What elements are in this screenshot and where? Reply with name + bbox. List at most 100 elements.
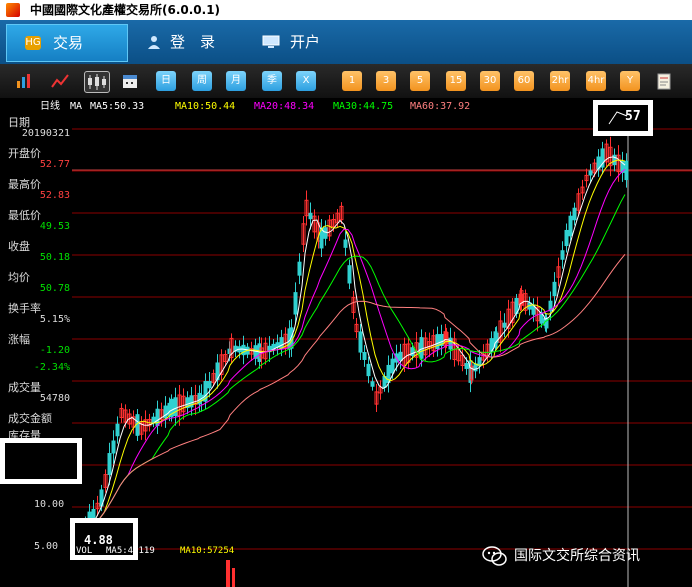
tab-trade-label: 交易 xyxy=(53,34,84,52)
candle-body-70 xyxy=(347,265,352,284)
candlestick-icon[interactable] xyxy=(84,71,110,93)
candle-body-135 xyxy=(588,170,593,176)
candle-body-60 xyxy=(308,212,313,220)
line-chart-icon[interactable] xyxy=(50,71,70,91)
candle-body-14 xyxy=(135,414,140,436)
bar-chart-icon[interactable] xyxy=(14,71,34,91)
ma20-line xyxy=(79,169,626,539)
interval-button-6[interactable]: 2hr xyxy=(550,71,570,91)
kline-chart-area[interactable]: 日线 MA MA5:50.33 MA10:50.44 MA20:48.34 MA… xyxy=(0,98,692,587)
watermark-text: 国际文交所综合资讯 xyxy=(514,548,640,564)
candle-body-126 xyxy=(552,281,557,297)
interval-button-8[interactable]: Y xyxy=(620,71,640,91)
candle-body-129 xyxy=(564,229,569,247)
period-button-2[interactable]: 月 xyxy=(226,71,246,91)
axis-label-10: 10.00 xyxy=(34,499,65,510)
high-price-value: 57 xyxy=(625,109,641,124)
period-button-1[interactable]: 周 xyxy=(192,71,212,91)
volume-bar-0 xyxy=(226,560,230,587)
info-value-7: -1.20 xyxy=(39,345,70,356)
low-price-value: 4.88 xyxy=(84,533,113,547)
info-value-8: -2.34% xyxy=(33,362,70,373)
candle-body-9 xyxy=(115,423,120,437)
candle-body-81 xyxy=(390,358,395,374)
chart-toolbar: 日周月季X 1 3 5 15 30 60 2hr 4hr Y xyxy=(0,64,692,98)
info-value-5: 50.78 xyxy=(39,283,70,294)
interval-button-4[interactable]: 30 xyxy=(480,71,500,91)
app-logo-icon xyxy=(6,3,20,17)
high-price-callout: 57 xyxy=(593,100,653,136)
candle-body-130 xyxy=(568,215,573,237)
candle-body-83 xyxy=(398,351,403,361)
info-label-3: 最低价 xyxy=(8,209,41,222)
interval-button-2[interactable]: 5 xyxy=(410,71,430,91)
ma5-line xyxy=(79,156,626,539)
ma10-value: MA10:50.44 xyxy=(175,101,236,112)
interval-button-5[interactable]: 60 xyxy=(514,71,534,91)
calendar-icon[interactable] xyxy=(120,71,140,91)
candle-body-74 xyxy=(362,352,367,360)
info-label-10: 成交金额 xyxy=(8,412,52,425)
candle-body-144 xyxy=(624,160,629,181)
info-label-9: 成交量 xyxy=(8,381,41,394)
candle-body-89 xyxy=(419,337,424,359)
candle-body-112 xyxy=(502,322,507,328)
price-chart[interactable] xyxy=(0,98,692,587)
wechat-watermark: 国际文交所综合资讯 xyxy=(482,542,640,570)
title-bar: 中國國際文化產權交易所(6.0.0.1) xyxy=(0,0,692,20)
tab-login[interactable]: 登 录 xyxy=(130,24,244,60)
info-value-1: 52.77 xyxy=(39,159,70,170)
info-value-0: 20190321 xyxy=(21,128,70,139)
vol-label: VOL xyxy=(76,546,93,556)
wechat-icon xyxy=(482,545,508,567)
interval-button-0[interactable]: 1 xyxy=(342,71,362,91)
candle-body-7 xyxy=(107,453,112,475)
ma20-value: MA20:48.34 xyxy=(254,101,315,112)
period-button-3[interactable]: 季 xyxy=(262,71,282,91)
vol-ma5: MA5:46119 xyxy=(106,546,155,556)
candle-body-75 xyxy=(366,363,371,377)
interval-button-3[interactable]: 15 xyxy=(446,71,466,91)
candle-body-93 xyxy=(435,334,440,350)
candle-body-128 xyxy=(560,250,565,260)
period-button-4[interactable]: X xyxy=(296,71,316,91)
period-button-0[interactable]: 日 xyxy=(156,71,176,91)
info-label-2: 最高价 xyxy=(8,178,41,191)
volume-bar-1 xyxy=(232,568,235,587)
info-value-3: 49.53 xyxy=(39,221,70,232)
candle-body-69 xyxy=(343,239,348,248)
notes-icon[interactable] xyxy=(654,71,674,91)
info-label-5: 均价 xyxy=(8,271,30,284)
candle-body-64 xyxy=(323,227,328,239)
ma60-value: MA60:37.92 xyxy=(410,101,471,112)
tab-login-label: 登 录 xyxy=(170,33,216,51)
ma30-value: MA30:44.75 xyxy=(333,101,394,112)
candle-body-73 xyxy=(358,331,363,353)
tab-open-account[interactable]: 开户 xyxy=(248,24,358,60)
ma10-line xyxy=(79,159,626,539)
hg-logo-icon: HG xyxy=(25,36,41,50)
info-value-9: 54780 xyxy=(39,393,70,404)
trading-app-window: 中國國際文化產權交易所(6.0.0.1) HG 交易 登 录 开户 日 周 月 … xyxy=(0,0,692,587)
candle-body-8 xyxy=(111,440,116,454)
interval-button-1[interactable]: 3 xyxy=(376,71,396,91)
candle-body-52 xyxy=(279,337,284,349)
info-label-4: 收盘 xyxy=(8,240,30,253)
user-icon xyxy=(146,35,162,49)
info-label-7: 涨幅 xyxy=(8,333,30,346)
interval-button-7[interactable]: 4hr xyxy=(586,71,606,91)
info-label-6: 换手率 xyxy=(8,302,41,315)
candle-body-56 xyxy=(293,292,298,315)
candle-body-76 xyxy=(370,381,375,387)
ma5-value: MA5:50.33 xyxy=(90,101,145,112)
vol-ma10: MA10:57254 xyxy=(180,546,235,556)
info-value-6: 5.15% xyxy=(39,314,70,325)
candle-body-101 xyxy=(464,363,469,369)
info-value-2: 52.83 xyxy=(39,190,70,201)
candle-body-33 xyxy=(207,381,212,389)
tab-open-account-label: 开户 xyxy=(290,33,321,51)
candle-body-57 xyxy=(297,261,302,276)
tab-trade[interactable]: HG 交易 xyxy=(6,24,128,62)
info-value-4: 50.18 xyxy=(39,252,70,263)
main-tab-bar: HG 交易 登 录 开户 xyxy=(0,20,692,64)
